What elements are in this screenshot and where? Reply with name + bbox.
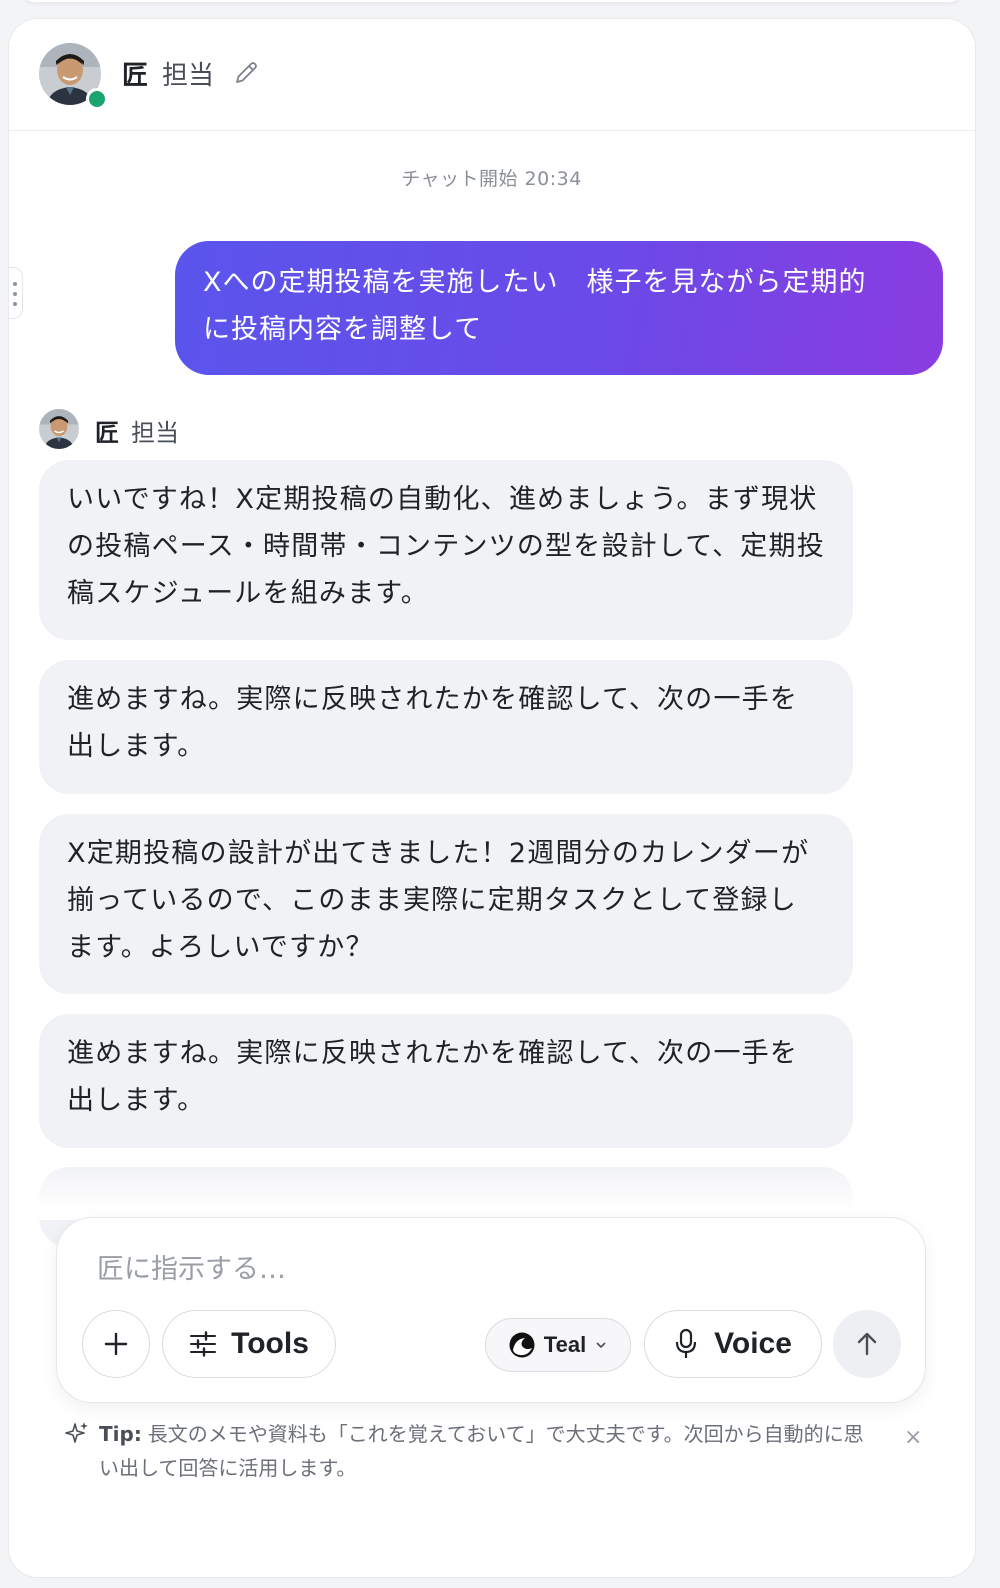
- drag-handle[interactable]: [9, 267, 23, 319]
- chat-header: 匠担当: [9, 19, 975, 131]
- send-button[interactable]: [833, 1310, 901, 1378]
- chat-start-timestamp: チャット開始 20:34: [401, 168, 582, 190]
- agent-name-secondary: 担当: [162, 61, 215, 91]
- bot-message: 進めますね。実際に反映されたかを確認して、次の一手を出します。: [39, 1014, 853, 1148]
- microphone-icon: [675, 1328, 697, 1358]
- sliders-icon: [190, 1331, 217, 1357]
- online-status-dot: [86, 88, 108, 110]
- user-message-bubble: Xへの定期投稿を実施したい 様子を見ながら定期的 に投稿内容を調整して: [175, 241, 943, 375]
- sparkle-icon: [65, 1422, 88, 1443]
- tip-body: 長文のメモや資料も「これを覚えておいて」で大丈夫です。次回から自動的に思い出して…: [99, 1422, 864, 1480]
- voice-label: Voice: [714, 1327, 792, 1360]
- tip-text: Tip: 長文のメモや資料も「これを覚えておいて」で大丈夫です。次回から自動的に思…: [99, 1417, 879, 1485]
- close-icon[interactable]: ×: [904, 1421, 922, 1455]
- scroll-fade: [9, 1164, 975, 1220]
- tip-label: Tip:: [99, 1422, 142, 1446]
- model-label: Teal: [543, 1332, 587, 1357]
- arrow-up-icon: [857, 1332, 877, 1356]
- model-selector[interactable]: Teal: [485, 1318, 631, 1372]
- model-logo-icon: [509, 1332, 535, 1358]
- plus-icon: [104, 1332, 128, 1356]
- agent-name: 匠担当: [122, 55, 214, 92]
- chat-panel: 匠担当 チャット開始 20:34 Xへの定期投稿を実施したい 様子を見ながら定期…: [8, 18, 976, 1578]
- add-attachment-button[interactable]: [82, 1310, 150, 1378]
- pencil-icon[interactable]: [232, 59, 260, 87]
- bot-name-primary: 匠: [95, 419, 119, 447]
- message-composer: Tools Teal Voice: [56, 1217, 926, 1403]
- bot-name: 匠担当: [95, 413, 179, 448]
- bot-name-secondary: 担当: [131, 419, 179, 447]
- voice-button[interactable]: Voice: [644, 1310, 822, 1378]
- tools-label: Tools: [231, 1327, 309, 1360]
- tools-button[interactable]: Tools: [162, 1310, 336, 1378]
- bot-message: 進めますね。実際に反映されたかを確認して、次の一手を出します。: [39, 660, 853, 794]
- previous-panel-edge: [22, 0, 962, 2]
- chevron-down-icon: [596, 1342, 606, 1349]
- bot-message: いいですね！X定期投稿の自動化、進めましょう。まず現状の投稿ペース・時間帯・コン…: [39, 460, 853, 640]
- agent-name-primary: 匠: [122, 61, 149, 91]
- bot-message: X定期投稿の設計が出てきました！2週間分のカレンダーが揃っているので、このまま実…: [39, 814, 853, 994]
- bot-avatar: [39, 409, 79, 449]
- instruction-input[interactable]: [97, 1246, 797, 1292]
